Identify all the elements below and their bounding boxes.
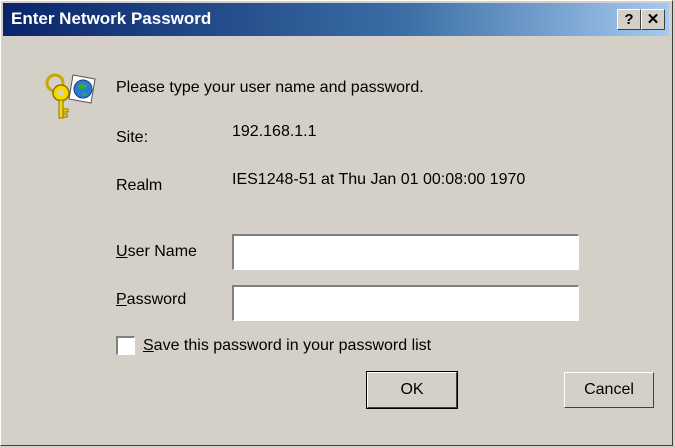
site-value: 192.168.1.1	[232, 123, 317, 140]
password-label: Password	[116, 291, 186, 309]
site-label: Site:	[116, 129, 149, 146]
help-button[interactable]: ?	[617, 9, 641, 30]
username-label-accesskey: U	[116, 243, 128, 260]
save-password-checkbox[interactable]	[116, 336, 135, 355]
username-label-rest: ser Name	[127, 243, 197, 260]
password-input[interactable]	[232, 285, 579, 321]
dialog-title: Enter Network Password	[11, 9, 212, 28]
username-label: User Name	[116, 243, 197, 261]
ok-button[interactable]: OK	[366, 371, 458, 409]
username-input[interactable]	[232, 234, 579, 270]
save-label-accesskey: S	[143, 337, 154, 354]
keys-icon	[45, 73, 96, 119]
password-label-rest: assword	[126, 291, 187, 308]
cancel-button[interactable]: Cancel	[564, 372, 654, 408]
realm-label: Realm	[116, 177, 163, 194]
password-label-accesskey: P	[116, 291, 127, 308]
realm-value: IES1248-51 at Thu Jan 01 00:08:00 1970	[232, 171, 526, 188]
prompt-text: Please type your user name and password.	[116, 79, 424, 96]
save-password-label[interactable]: Save this password in your password list	[143, 337, 431, 355]
title-bar[interactable]: Enter Network Password ? ✕	[3, 3, 669, 36]
close-button[interactable]: ✕	[641, 9, 665, 30]
network-password-dialog: Enter Network Password ? ✕ Please type y…	[0, 0, 673, 446]
save-label-rest: ave this password in your password list	[153, 337, 432, 354]
